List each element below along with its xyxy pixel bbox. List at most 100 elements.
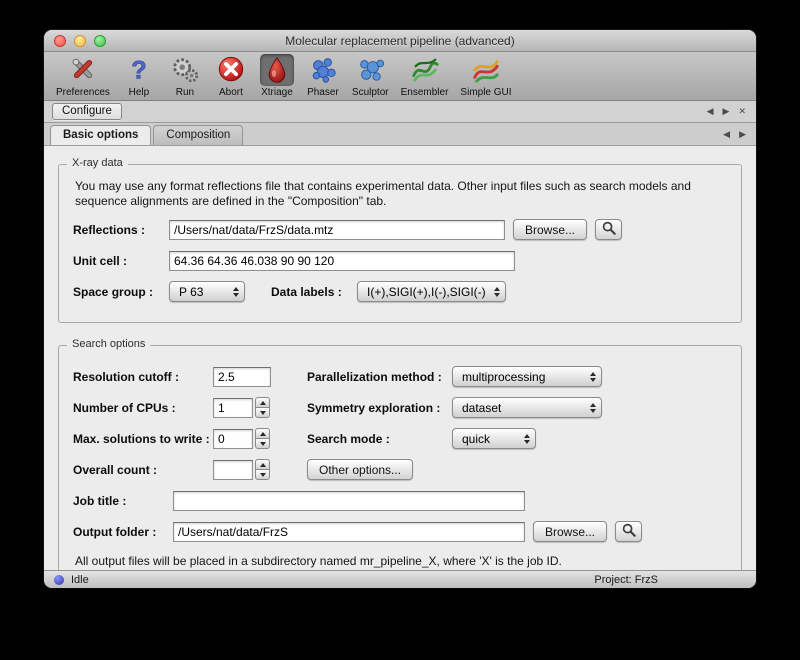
- configure-strip: Configure ◀ ▶ ✕: [44, 101, 756, 123]
- sculptor-icon[interactable]: [353, 54, 387, 86]
- reflections-browse-button[interactable]: Browse...: [513, 219, 587, 240]
- resolution-row: Resolution cutoff : Parallelization meth…: [73, 366, 727, 387]
- reflections-input[interactable]: [169, 220, 505, 240]
- window-title: Molecular replacement pipeline (advanced…: [44, 34, 756, 48]
- overall-count-label: Overall count :: [73, 463, 213, 477]
- status-bar: Idle Project: FrzS: [44, 570, 756, 588]
- tab-nav-arrows: ◀ ▶: [723, 129, 746, 140]
- search-options-legend: Search options: [67, 338, 150, 350]
- parallelization-method-value: multiprocessing: [462, 370, 545, 384]
- other-options-button[interactable]: Other options...: [307, 459, 413, 480]
- unit-cell-input[interactable]: [169, 251, 515, 271]
- overall-count-input[interactable]: [213, 460, 253, 480]
- overall-count-stepper[interactable]: [255, 459, 270, 480]
- magnifier-icon: [622, 523, 636, 540]
- output-folder-row: Output folder : Browse...: [73, 521, 727, 542]
- output-folder-search-button[interactable]: [615, 521, 642, 542]
- symmetry-exploration-select[interactable]: dataset: [452, 397, 602, 418]
- max-solutions-label: Max. solutions to write :: [73, 432, 213, 446]
- tab-scroll-right-icon[interactable]: ▶: [739, 129, 746, 140]
- xtriage-icon[interactable]: [260, 54, 294, 86]
- scroll-left-icon[interactable]: ◀: [707, 106, 714, 117]
- output-folder-browse-button[interactable]: Browse...: [533, 521, 607, 542]
- number-of-cpus-input[interactable]: [213, 398, 253, 418]
- job-title-label: Job title :: [73, 494, 173, 508]
- overall-count-row: Overall count : Other options...: [73, 459, 727, 480]
- xray-data-legend: X-ray data: [67, 157, 128, 169]
- toolbar-label: Preferences: [56, 87, 110, 98]
- toolbar-button-abort[interactable]: Abort: [212, 54, 250, 98]
- close-page-icon[interactable]: ✕: [738, 106, 746, 117]
- popup-arrows-icon: [582, 403, 596, 413]
- tab-scroll-left-icon[interactable]: ◀: [723, 129, 730, 140]
- toolbar-button-help[interactable]: ? Help: [120, 54, 158, 98]
- run-icon[interactable]: [168, 54, 202, 86]
- resolution-cutoff-label: Resolution cutoff :: [73, 370, 213, 384]
- search-mode-label: Search mode :: [307, 432, 452, 446]
- resolution-cutoff-input[interactable]: [213, 367, 271, 387]
- toolbar-button-preferences[interactable]: Preferences: [54, 54, 112, 98]
- data-labels-select[interactable]: I(+),SIGI(+),I(-),SIGI(-): [357, 281, 506, 302]
- toolbar-button-run[interactable]: Run: [166, 54, 204, 98]
- page-nav-arrows: ◀ ▶ ✕: [707, 106, 746, 117]
- output-footnote: All output files will be placed in a sub…: [75, 554, 727, 568]
- reflections-label: Reflections :: [73, 223, 169, 237]
- job-title-row: Job title :: [73, 490, 727, 511]
- preferences-icon[interactable]: [66, 54, 100, 86]
- tab-composition[interactable]: Composition: [153, 125, 243, 145]
- popup-arrows-icon: [582, 372, 596, 382]
- space-group-select[interactable]: P 63: [169, 281, 245, 302]
- popup-arrows-icon: [486, 287, 500, 297]
- simple-gui-icon[interactable]: [469, 54, 503, 86]
- search-mode-select[interactable]: quick: [452, 428, 536, 449]
- max-solutions-stepper[interactable]: [255, 428, 270, 449]
- parallelization-method-select[interactable]: multiprocessing: [452, 366, 602, 387]
- scroll-right-icon[interactable]: ▶: [723, 106, 730, 117]
- toolbar-label: Help: [129, 87, 150, 98]
- symmetry-exploration-label: Symmetry exploration :: [307, 401, 452, 415]
- configure-tab[interactable]: Configure: [52, 103, 122, 120]
- data-labels-label: Data labels :: [271, 285, 357, 299]
- output-folder-input[interactable]: [173, 522, 525, 542]
- toolbar: Preferences ? Help: [44, 52, 756, 101]
- zoom-window-button[interactable]: [94, 35, 106, 47]
- job-title-input[interactable]: [173, 491, 525, 511]
- toolbar-label: Run: [176, 87, 194, 98]
- xray-description: You may use any format reflections file …: [75, 179, 723, 209]
- toolbar-button-xtriage[interactable]: Xtriage: [258, 54, 296, 98]
- ensembler-icon[interactable]: [408, 54, 442, 86]
- search-options-group: Search options Resolution cutoff : Paral…: [58, 345, 742, 570]
- abort-icon[interactable]: [214, 54, 248, 86]
- space-group-row: Space group : P 63 Data labels : I(+),SI…: [73, 281, 727, 302]
- unit-cell-row: Unit cell :: [73, 250, 727, 271]
- titlebar[interactable]: Molecular replacement pipeline (advanced…: [44, 30, 756, 52]
- max-solutions-input[interactable]: [213, 429, 253, 449]
- minimize-window-button[interactable]: [74, 35, 86, 47]
- help-icon[interactable]: ?: [122, 54, 156, 86]
- toolbar-label: Sculptor: [352, 87, 389, 98]
- toolbar-label: Phaser: [307, 87, 339, 98]
- basic-options-panel: X-ray data You may use any format reflec…: [44, 146, 756, 570]
- desktop-background: Molecular replacement pipeline (advanced…: [0, 0, 800, 660]
- toolbar-label: Ensembler: [401, 87, 449, 98]
- max-solutions-row: Max. solutions to write : Search mode : …: [73, 428, 727, 449]
- toolbar-label: Simple GUI: [460, 87, 511, 98]
- status-text: Idle: [71, 574, 89, 586]
- toolbar-button-sculptor[interactable]: Sculptor: [350, 54, 391, 98]
- popup-arrows-icon: [516, 434, 530, 444]
- project-label: Project: FrzS: [594, 574, 658, 586]
- data-labels-value: I(+),SIGI(+),I(-),SIGI(-): [367, 285, 486, 299]
- cpus-row: Number of CPUs : Symmetry exploration : …: [73, 397, 727, 418]
- tab-basic-options[interactable]: Basic options: [50, 125, 151, 145]
- toolbar-button-ensembler[interactable]: Ensembler: [399, 54, 451, 98]
- cpus-stepper[interactable]: [255, 397, 270, 418]
- close-window-button[interactable]: [54, 35, 66, 47]
- reflections-search-button[interactable]: [595, 219, 622, 240]
- toolbar-button-phaser[interactable]: Phaser: [304, 54, 342, 98]
- space-group-label: Space group :: [73, 285, 169, 299]
- phaser-icon[interactable]: [306, 54, 340, 86]
- parallelization-method-label: Parallelization method :: [307, 370, 452, 384]
- search-mode-value: quick: [462, 432, 490, 446]
- toolbar-label: Abort: [219, 87, 243, 98]
- toolbar-button-simple-gui[interactable]: Simple GUI: [458, 54, 513, 98]
